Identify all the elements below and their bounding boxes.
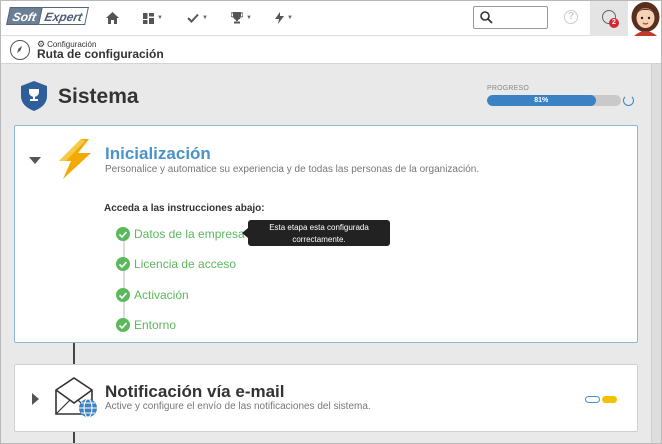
compass-icon <box>10 40 30 60</box>
achievements-menu[interactable]: ▼ <box>231 10 252 26</box>
step-tooltip: Esta etapa esta configurada correctament… <box>242 220 390 246</box>
logo-text-soft: Soft <box>6 7 44 25</box>
search-icon <box>480 11 493 24</box>
section-title: Sistema <box>58 85 139 108</box>
search-field[interactable] <box>473 6 548 29</box>
lightning-icon <box>275 12 284 24</box>
step-label: Entorno <box>134 318 177 332</box>
top-navigation-bar: Soft Expert ▼ ▼ ▼ ▼ ? 2 <box>1 1 662 36</box>
notifications-button[interactable]: 2 <box>590 1 628 36</box>
card-description: Personalice y automatice su experiencia … <box>105 164 480 175</box>
check-circle-icon <box>116 227 130 241</box>
lightning-bolt-icon <box>59 139 91 179</box>
app-window: Soft Expert ▼ ▼ ▼ ▼ ? 2 ⚙ Configuración … <box>0 0 662 444</box>
step-item-company-data[interactable]: Datos de la empresa <box>116 227 245 241</box>
softexpert-logo[interactable]: Soft Expert <box>6 7 90 25</box>
check-circle-icon <box>116 257 130 271</box>
check-circle-icon <box>116 318 130 332</box>
checkmark-icon <box>187 13 199 23</box>
step-item-access-license[interactable]: Licencia de acceso <box>116 257 236 271</box>
status-indicator-pending <box>602 396 617 403</box>
step-label: Licencia de acceso <box>134 257 237 271</box>
notification-badge: 2 <box>609 18 619 28</box>
progress-bar: 81% <box>487 95 621 106</box>
trophy-icon <box>231 12 243 24</box>
step-label: Datos de la empresa <box>134 227 245 241</box>
home-icon[interactable] <box>106 10 119 26</box>
collapse-icon[interactable] <box>29 157 41 164</box>
search-input[interactable] <box>496 9 544 26</box>
progress-fill: 81% <box>487 95 596 106</box>
tooltip-line: correctamente. <box>292 235 346 244</box>
breadcrumb: ⚙ Configuración Ruta de configuración <box>1 36 661 64</box>
card-title[interactable]: Notificación vía e-mail <box>105 382 285 402</box>
email-globe-icon <box>55 377 97 418</box>
dashboard-menu[interactable]: ▼ <box>143 10 163 26</box>
card-connector-line <box>73 432 75 443</box>
page-title: Ruta de configuración <box>37 47 164 61</box>
expand-icon[interactable] <box>32 393 39 405</box>
check-circle-icon <box>116 288 130 302</box>
shield-trophy-icon <box>21 81 47 111</box>
tooltip-line: Esta etapa esta configurada <box>269 223 369 232</box>
progress-text: 81% <box>534 97 549 104</box>
refresh-icon[interactable] <box>623 95 634 106</box>
chevron-down-icon: ▼ <box>246 15 252 21</box>
chevron-down-icon: ▼ <box>202 15 208 21</box>
dashboard-icon <box>143 12 154 24</box>
card-title[interactable]: Inicialización <box>105 144 211 164</box>
steps-timeline-line <box>123 230 125 326</box>
step-item-activation[interactable]: Activación <box>116 288 189 302</box>
step-card-email-notification: Notificación vía e-mail Active y configu… <box>14 364 638 432</box>
card-description: Active y configure el envío de las notif… <box>105 401 371 412</box>
status-indicator-inactive <box>585 396 600 403</box>
help-icon[interactable]: ? <box>564 10 578 24</box>
step-label: Activación <box>134 288 189 302</box>
quick-actions-menu[interactable]: ▼ <box>275 10 293 26</box>
tasks-menu[interactable]: ▼ <box>187 10 208 26</box>
instructions-heading: Acceda a las instrucciones abajo: <box>104 203 265 214</box>
scrollbar[interactable] <box>651 64 661 443</box>
progress-label: PROGRESO <box>487 85 530 92</box>
logo-text-expert: Expert <box>39 7 90 25</box>
step-item-environment[interactable]: Entorno <box>116 318 176 332</box>
chevron-down-icon: ▼ <box>287 15 293 21</box>
card-connector-line <box>73 343 75 364</box>
chevron-down-icon: ▼ <box>157 15 163 21</box>
user-avatar[interactable] <box>628 1 662 36</box>
